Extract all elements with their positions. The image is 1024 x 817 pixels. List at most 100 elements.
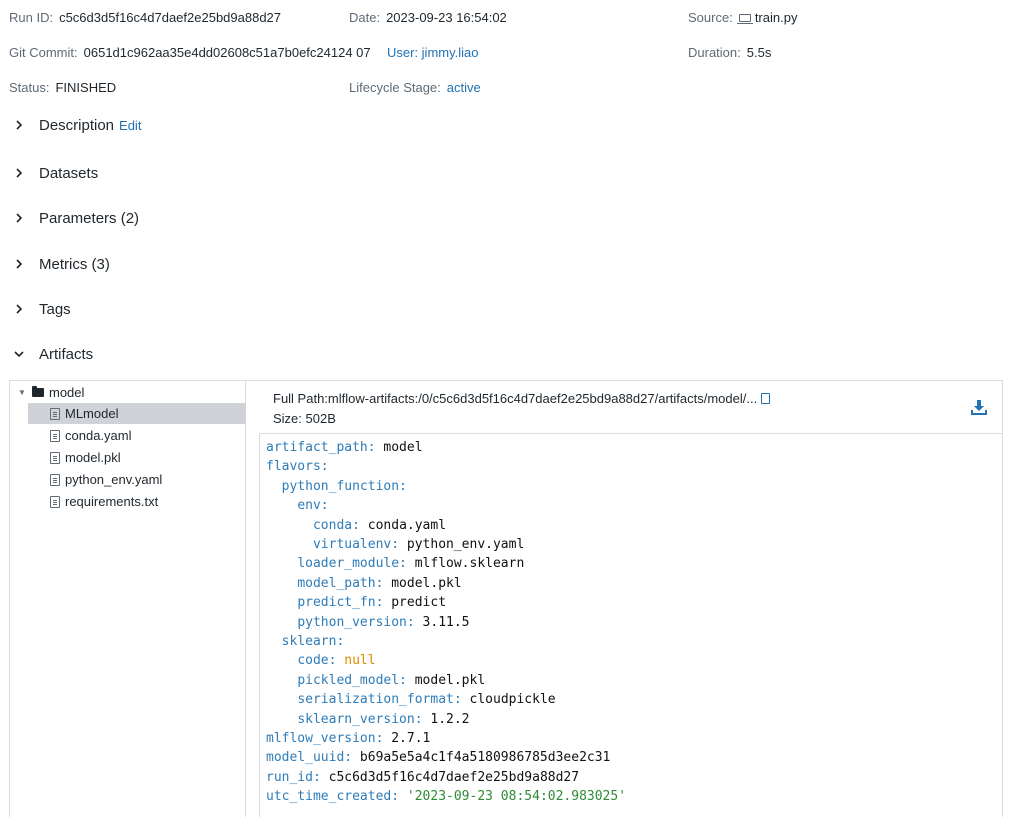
code-value: python_env.yaml [399, 537, 525, 552]
duration-field: Duration: 5.5s [688, 45, 771, 60]
date-value: 2023-09-23 16:54:02 [386, 10, 507, 25]
code-key: model_path: [297, 575, 384, 591]
code-value: mlflow.sklearn [406, 556, 525, 572]
code-line: flavors: [266, 457, 329, 476]
code-key: utc_time_created: [266, 789, 400, 805]
code-key: model_uuid: [266, 750, 353, 766]
code-key: virtualenv: [312, 537, 400, 552]
code-key: env: [297, 498, 329, 514]
code-value: 2.7.1 [383, 731, 431, 746]
size-label: Size: [273, 411, 302, 426]
code-key: loader_module: [297, 556, 407, 572]
section-parameters-title: Parameters (2) [39, 209, 140, 227]
copy-icon[interactable] [761, 393, 771, 404]
code-value: model.pkl [383, 575, 462, 591]
artifacts-panel: ▼ model MLmodel conda.yaml model.pkl pyt… [9, 380, 1003, 817]
code-value: conda.yaml [359, 517, 447, 533]
tree-file-mlmodel[interactable]: MLmodel [28, 403, 246, 424]
file-icon [50, 451, 60, 464]
code-value: 3.11.5 [414, 614, 470, 630]
code-value: cloudpickle [461, 692, 556, 708]
tree-file-label: model.pkl [65, 450, 121, 465]
chevron-right-icon [12, 302, 26, 316]
lifecycle-value[interactable]: active [447, 80, 481, 95]
edit-description-link[interactable]: Edit [119, 118, 141, 133]
chevron-right-icon [12, 118, 26, 132]
code-line: virtualenv: python_env.yaml [266, 535, 524, 554]
tree-file-model-pkl[interactable]: model.pkl [50, 447, 121, 468]
tree-file-python-env[interactable]: python_env.yaml [50, 469, 162, 490]
code-line: python_version: 3.11.5 [266, 613, 470, 632]
artifact-size: Size: 502B [273, 411, 336, 426]
artifact-tree: ▼ model MLmodel conda.yaml model.pkl pyt… [10, 381, 246, 817]
section-description[interactable]: Description Edit [12, 114, 141, 136]
code-value: null [336, 653, 376, 669]
section-parameters[interactable]: Parameters (2) [12, 207, 139, 229]
section-metrics[interactable]: Metrics (3) [12, 253, 110, 275]
mlmodel-code-viewer[interactable]: artifact_path: model flavors: python_func… [259, 433, 1002, 817]
code-value: b69a5e5a4c1f4a5180986785d3ee2c31 [352, 750, 611, 766]
code-value: model.pkl [406, 672, 486, 688]
section-tags[interactable]: Tags [12, 298, 71, 320]
tree-file-conda[interactable]: conda.yaml [50, 425, 131, 446]
tree-folder-label: model [49, 385, 85, 400]
run-meta-row-2: Git Commit: 0651d1c962aa35e4dd02608c51a7b… [9, 45, 1024, 63]
source-value[interactable]: train.py [755, 10, 798, 25]
source-label: Source: [688, 10, 733, 25]
section-datasets[interactable]: Datasets [12, 162, 98, 184]
folder-icon [32, 386, 44, 397]
code-line: loader_module: mlflow.sklearn [266, 554, 524, 573]
code-key: pickled_model: [297, 672, 407, 688]
git-commit-value: 0651d1c962aa35e4dd02608c51a7b0efc24124 0… [83, 45, 371, 60]
run-meta-row-3: Status: FINISHED Lifecycle Stage: active [9, 80, 1024, 98]
file-icon [50, 407, 60, 420]
file-icon [50, 473, 60, 486]
chevron-right-icon [12, 211, 26, 225]
code-line: conda: conda.yaml [266, 516, 446, 535]
run-meta-row-1: Run ID: c5c6d3d5f16c4d7daef2e25bd9a88d27 … [9, 10, 1024, 28]
section-metrics-title: Metrics (3) [39, 255, 110, 273]
full-path-label: Full Path: [273, 391, 328, 406]
chevron-down-icon [12, 347, 26, 361]
code-line: utc_time_created: '2023-09-23 08:54:02.9… [266, 787, 626, 806]
duration-label: Duration: [688, 45, 741, 60]
tree-file-label: requirements.txt [65, 494, 159, 509]
caret-down-icon[interactable]: ▼ [18, 388, 26, 397]
code-line: serialization_format: cloudpickle [266, 690, 556, 709]
code-key: python_function: [281, 478, 407, 494]
date-field: Date: 2023-09-23 16:54:02 [349, 10, 507, 25]
code-value: model [375, 440, 423, 455]
code-line: code: null [266, 651, 376, 670]
source-field: Source: train.py [688, 10, 797, 25]
code-line: sklearn: [266, 632, 345, 651]
user-link[interactable]: User: jimmy.liao [387, 45, 479, 60]
code-value: c5c6d3d5f16c4d7daef2e25bd9a88d27 [320, 769, 580, 785]
code-line: model_uuid: b69a5e5a4c1f4a5180986785d3ee… [266, 748, 610, 767]
chevron-right-icon [12, 257, 26, 271]
download-icon[interactable] [970, 399, 988, 417]
size-value: 502B [305, 411, 336, 426]
code-line: python_function: [266, 477, 407, 496]
code-key: predict_fn: [297, 595, 384, 611]
laptop-icon [736, 14, 753, 24]
lifecycle-field: Lifecycle Stage: active [349, 80, 481, 95]
run-id-field: Run ID: c5c6d3d5f16c4d7daef2e25bd9a88d27 [9, 10, 281, 25]
chevron-right-icon [12, 166, 26, 180]
full-path: Full Path:mlflow-artifacts:/0/c5c6d3d5f1… [273, 391, 771, 406]
tree-file-requirements[interactable]: requirements.txt [50, 491, 158, 512]
section-artifacts[interactable]: Artifacts [12, 343, 93, 365]
tree-folder-model[interactable]: ▼ model [18, 382, 84, 403]
run-id-value: c5c6d3d5f16c4d7daef2e25bd9a88d27 [59, 10, 282, 25]
status-field: Status: FINISHED [9, 80, 116, 95]
duration-value: 5.5s [746, 45, 772, 60]
section-description-title: Description [39, 116, 115, 134]
